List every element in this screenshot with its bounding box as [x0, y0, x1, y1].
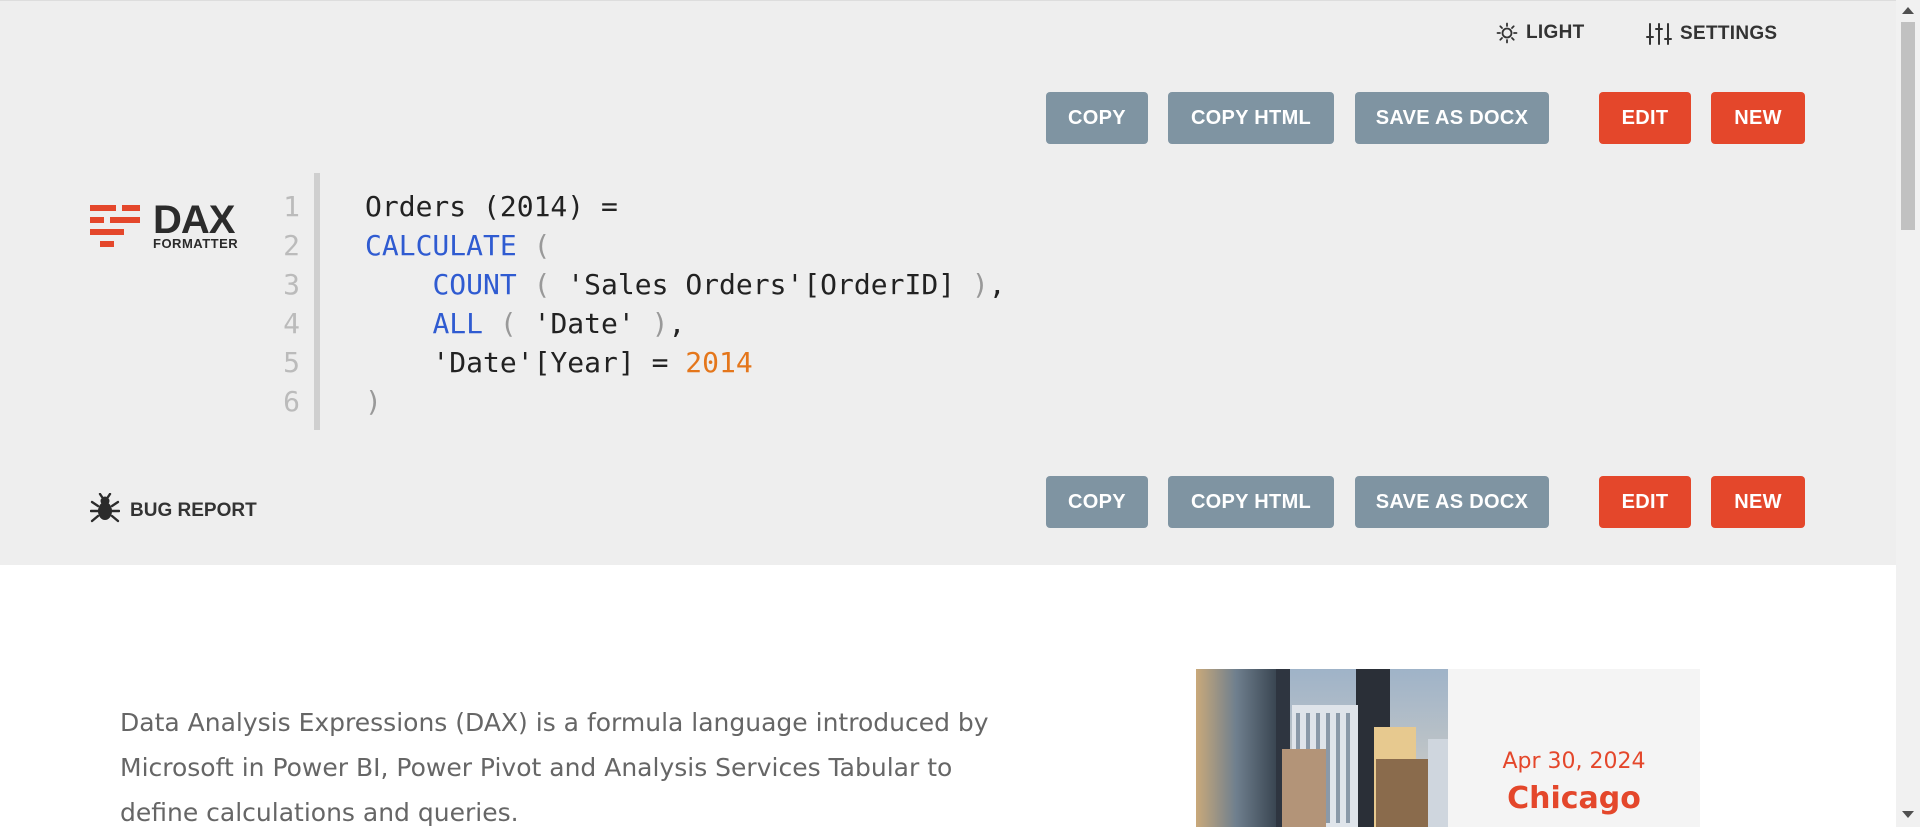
line-number: 5 — [283, 346, 300, 379]
vertical-scrollbar[interactable] — [1896, 0, 1920, 827]
event-city: Chicago — [1507, 781, 1641, 816]
code-paren: ) — [971, 268, 989, 301]
scroll-up-arrow-icon[interactable] — [1902, 7, 1914, 14]
code-line: Orders (2014) = — [365, 190, 618, 223]
code-line: CALCULATE ( — [365, 229, 550, 262]
save-docx-button[interactable]: SAVE AS DOCX — [1355, 476, 1549, 528]
sun-icon — [1496, 22, 1518, 44]
theme-label: LIGHT — [1526, 22, 1585, 43]
code-text: 'Date'[Year] = — [365, 346, 686, 379]
copy-html-button[interactable]: COPY HTML — [1168, 476, 1334, 528]
line-number: 1 — [283, 190, 300, 223]
scrollbar-thumb[interactable] — [1901, 22, 1915, 230]
theme-toggle[interactable]: LIGHT — [1496, 22, 1585, 44]
code-line: ALL ( 'Date' ), — [365, 307, 685, 340]
logo-bar — [100, 241, 114, 247]
logo-bar — [90, 205, 116, 211]
logo-bar — [122, 205, 140, 211]
bug-report-link[interactable]: BUG REPORT — [89, 492, 257, 529]
code-keyword: ALL — [432, 307, 484, 340]
logo-bar — [110, 217, 140, 223]
dax-description: Data Analysis Expressions (DAX) is a for… — [120, 708, 989, 827]
code-paren: ) — [365, 385, 382, 418]
dax-formatter-logo[interactable]: DAX FORMATTER — [88, 198, 248, 251]
code-divider — [314, 173, 320, 430]
code-text: Orders (2014) = — [365, 190, 618, 223]
code-text: 'Sales Orders'[OrderID] — [550, 268, 972, 301]
code-line: ) — [365, 385, 382, 418]
copy-html-button[interactable]: COPY HTML — [1168, 92, 1334, 144]
line-number: 4 — [283, 307, 300, 340]
save-docx-button[interactable]: SAVE AS DOCX — [1355, 92, 1549, 144]
code-line: COUNT ( 'Sales Orders'[OrderID] ), — [365, 268, 1006, 301]
new-button[interactable]: NEW — [1711, 92, 1805, 144]
code-paren: ( — [533, 268, 551, 301]
code-paren: ( — [533, 229, 551, 262]
edit-button[interactable]: EDIT — [1599, 92, 1691, 144]
code-line: 'Date'[Year] = 2014 — [365, 346, 753, 379]
copy-button[interactable]: COPY — [1046, 92, 1148, 144]
event-card[interactable]: Apr 30, 2024 Chicago — [1196, 669, 1700, 827]
edit-button[interactable]: EDIT — [1599, 476, 1691, 528]
line-number: 6 — [283, 385, 300, 418]
bug-icon — [89, 492, 121, 529]
new-button[interactable]: NEW — [1711, 476, 1805, 528]
city-photo — [1196, 669, 1448, 827]
scroll-down-arrow-icon[interactable] — [1902, 811, 1914, 818]
line-number: 3 — [283, 268, 300, 301]
event-date: Apr 30, 2024 — [1502, 749, 1646, 774]
bug-report-label: BUG REPORT — [130, 500, 257, 521]
code-text: , — [988, 268, 1006, 301]
code-text: , — [668, 307, 686, 340]
code-keyword: COUNT — [432, 268, 517, 301]
logo-bar — [90, 217, 104, 223]
code-paren: ( — [499, 307, 517, 340]
code-keyword: CALCULATE — [365, 229, 517, 262]
settings-label: SETTINGS — [1680, 23, 1778, 44]
settings-link[interactable]: SETTINGS — [1646, 22, 1777, 46]
copy-button[interactable]: COPY — [1046, 476, 1148, 528]
sliders-icon — [1646, 22, 1672, 46]
line-number: 2 — [283, 229, 300, 262]
code-text: 'Date' — [516, 307, 652, 340]
code-paren: ) — [651, 307, 669, 340]
logo-bar — [90, 229, 124, 235]
code-number: 2014 — [685, 346, 753, 379]
logo-subtitle: FORMATTER — [153, 236, 239, 251]
